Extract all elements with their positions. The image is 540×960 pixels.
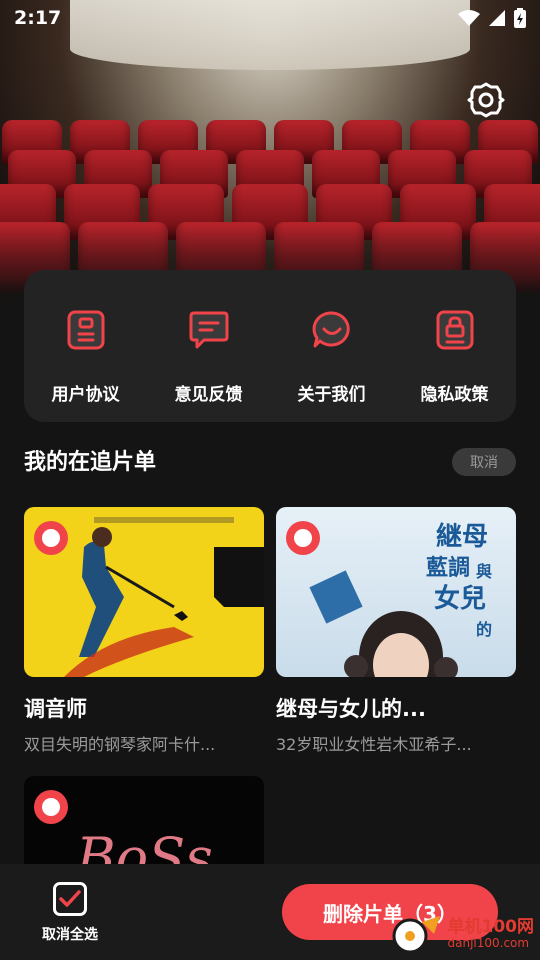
agreement-doc-icon [64, 308, 108, 352]
card-title: 继母与女儿的... [276, 697, 426, 721]
checkbox-checked-icon [53, 882, 87, 916]
selected-check[interactable] [286, 521, 320, 555]
cinema-banner [0, 0, 540, 315]
poster-title-text: 與 [476, 562, 492, 581]
cancel-button[interactable]: 取消 [452, 448, 516, 476]
watermark-text: 单机100网 [447, 916, 535, 937]
menu-item-feedback[interactable]: 意见反馈 [147, 270, 270, 422]
card-title: 调音师 [24, 697, 87, 721]
feedback-chat-icon [187, 308, 231, 352]
status-bar: 2:17 [0, 0, 540, 36]
watermark-url: danji100.com [447, 935, 530, 950]
deselect-all-button[interactable]: 取消全选 [36, 882, 104, 944]
poster-image [24, 507, 264, 677]
menu-item-label: 用户协议 [51, 385, 120, 405]
wifi-icon [458, 10, 480, 26]
menu-item-user-agreement[interactable]: 用户协议 [24, 270, 147, 422]
poster-image: 継母 與 女兒 的 藍調 [276, 507, 516, 677]
selected-check[interactable] [34, 790, 68, 824]
watermark: 单机100网 danji100.com [388, 912, 535, 956]
watchlist-card[interactable]: 调音师 双目失明的钢琴家阿卡什... [24, 507, 264, 755]
selected-check[interactable] [34, 521, 68, 555]
watchlist-card[interactable]: 継母 與 女兒 的 藍調 继母与女儿的... 32岁职业女性岩木亚希子... [276, 507, 516, 755]
menu-item-label: 关于我们 [297, 385, 366, 405]
watermark-logo [392, 916, 440, 954]
status-time: 2:17 [14, 7, 62, 29]
deselect-all-label: 取消全选 [42, 927, 98, 943]
poster-title-text: 藍調 [426, 555, 470, 581]
smile-chat-icon [310, 308, 354, 352]
menu-item-label: 隐私政策 [420, 385, 489, 405]
privacy-lock-icon [433, 308, 477, 352]
settings-button[interactable] [466, 80, 506, 120]
menu-item-label: 意见反馈 [174, 385, 243, 405]
gear-icon [467, 82, 505, 118]
menu-card: 用户协议 意见反馈 关于我们 隐私政策 [24, 270, 516, 422]
status-icons [458, 8, 526, 28]
poster-title-text: 女兒 [434, 583, 486, 614]
menu-item-about-us[interactable]: 关于我们 [270, 270, 393, 422]
poster-title-text: 継母 [436, 521, 488, 552]
watchlist-title: 我的在追片单 [24, 450, 157, 475]
poster-title-text: 的 [476, 620, 492, 639]
battery-icon [514, 8, 526, 28]
card-description: 32岁职业女性岩木亚希子... [276, 735, 472, 754]
card-description: 双目失明的钢琴家阿卡什... [24, 735, 216, 754]
menu-item-privacy-policy[interactable]: 隐私政策 [393, 270, 516, 422]
signal-icon [489, 10, 505, 26]
